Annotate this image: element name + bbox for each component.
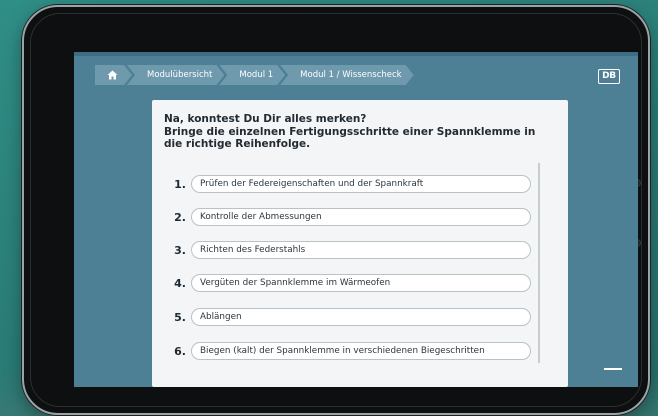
- breadcrumb: Modulübersicht Modul 1 Modul 1 / Wissens…: [95, 65, 409, 85]
- question-text: Na, konntest Du Dir alles merken? Bringe…: [164, 113, 544, 151]
- draggable-step[interactable]: Ablängen: [191, 308, 531, 326]
- screen-top-band: [74, 52, 638, 56]
- list-item: 1. Prüfen der Federeigenschaften und der…: [164, 174, 531, 194]
- db-logo: DB: [598, 69, 620, 84]
- item-number: 4.: [174, 276, 186, 290]
- question-line-1: Na, konntest Du Dir alles merken?: [164, 113, 367, 125]
- home-icon: [107, 70, 118, 80]
- breadcrumb-home[interactable]: [95, 65, 132, 85]
- app-screen: Modulübersicht Modul 1 Modul 1 / Wissens…: [74, 52, 638, 387]
- menu-icon[interactable]: [604, 368, 622, 370]
- draggable-step[interactable]: Kontrolle der Abmessungen: [191, 208, 531, 226]
- quiz-card: Na, konntest Du Dir alles merken? Bringe…: [152, 100, 568, 387]
- item-number: 5.: [174, 310, 186, 324]
- scrollbar[interactable]: [538, 163, 540, 363]
- list-item: 2. Kontrolle der Abmessungen: [164, 207, 531, 227]
- breadcrumb-module-1[interactable]: Modul 1: [219, 65, 285, 85]
- item-number: 6.: [174, 344, 186, 358]
- list-item: 5. Ablängen: [164, 307, 531, 327]
- list-item: 6. Biegen (kalt) der Spannklemme in vers…: [164, 341, 531, 361]
- item-number: 3.: [174, 243, 186, 257]
- breadcrumb-knowledge-check[interactable]: Modul 1 / Wissenscheck: [280, 65, 413, 85]
- breadcrumb-modules[interactable]: Modulübersicht: [127, 65, 224, 85]
- question-line-2: Bringe die einzelnen Fertigungsschritte …: [164, 125, 536, 151]
- draggable-step[interactable]: Richten des Federstahls: [191, 241, 531, 259]
- draggable-step[interactable]: Vergüten der Spannklemme im Wärmeofen: [191, 274, 531, 292]
- item-number: 1.: [174, 177, 186, 191]
- list-item: 4. Vergüten der Spannklemme im Wärmeofen: [164, 273, 531, 293]
- tablet-frame: Modulübersicht Modul 1 Modul 1 / Wissens…: [22, 5, 650, 415]
- list-item: 3. Richten des Federstahls: [164, 240, 531, 260]
- draggable-step[interactable]: Biegen (kalt) der Spannklemme in verschi…: [191, 342, 531, 360]
- item-number: 2.: [174, 210, 186, 224]
- draggable-step[interactable]: Prüfen der Federeigenschaften und der Sp…: [191, 175, 531, 193]
